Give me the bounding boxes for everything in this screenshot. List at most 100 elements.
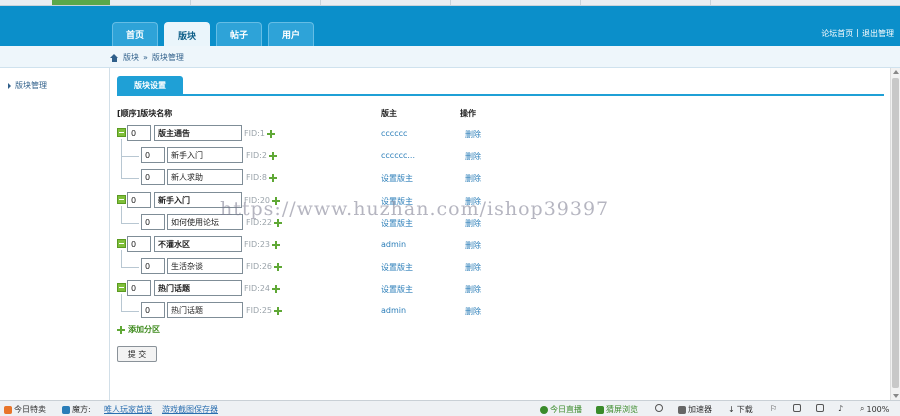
status-link-screenshot[interactable]: 游戏截图保存器 (162, 404, 218, 415)
add-sub-board-icon[interactable] (274, 306, 282, 315)
tree-connector (121, 250, 122, 268)
breadcrumb-item-boards[interactable]: 版块 (123, 52, 139, 63)
status-window[interactable] (816, 404, 824, 412)
tab-users[interactable]: 用户 (268, 22, 314, 46)
delete-link[interactable]: 删除 (465, 151, 481, 162)
moderator-link[interactable]: cccccc (381, 129, 407, 138)
board-name-input[interactable] (167, 302, 243, 318)
home-icon[interactable] (110, 53, 119, 62)
admin-header: 首页 版块 帖子 用户 论坛首页 | 退出管理 (0, 6, 900, 47)
scroll-thumb[interactable] (892, 78, 899, 388)
status-link-players[interactable]: 唯人玩家首选 (104, 404, 152, 415)
order-input[interactable] (127, 236, 151, 252)
moderator-link[interactable]: 设置版主 (381, 196, 413, 207)
delete-link[interactable]: 删除 (465, 218, 481, 229)
status-sidebar[interactable] (793, 404, 801, 412)
moderator-link[interactable]: admin (381, 240, 406, 249)
delete-link[interactable]: 删除 (465, 173, 481, 184)
board-name-input[interactable] (167, 147, 243, 163)
board-name-input[interactable] (154, 192, 242, 208)
tree-connector (121, 223, 139, 224)
status-download[interactable]: ↓ 下载 (728, 404, 753, 415)
header-links: 论坛首页 | 退出管理 (821, 28, 894, 39)
collapse-icon[interactable] (117, 195, 126, 204)
rocket-icon (678, 405, 686, 414)
delete-link[interactable]: 删除 (465, 262, 481, 273)
add-category-label: 添加分区 (128, 325, 160, 334)
order-input[interactable] (141, 169, 165, 185)
table-row: FID:23 admin 删除 (110, 236, 510, 254)
collapse-icon[interactable] (117, 239, 126, 248)
logout-link[interactable]: 退出管理 (862, 28, 894, 39)
delete-link[interactable]: 删除 (465, 240, 481, 251)
forum-home-link[interactable]: 论坛首页 (821, 28, 853, 39)
tree-connector (121, 311, 139, 312)
order-input[interactable] (127, 125, 151, 141)
board-name-input[interactable] (167, 258, 243, 274)
browser-statusbar: 今日特卖 魔方: 唯人玩家首选 游戏截图保存器 今日直播 猜屏浏览 加速器 ↓ … (0, 400, 900, 416)
collapse-icon[interactable] (117, 283, 126, 292)
order-input[interactable] (141, 302, 165, 318)
breadcrumb-item-current: 版块管理 (151, 53, 184, 62)
moderator-link[interactable]: 设置版主 (381, 173, 413, 184)
screen-icon (596, 405, 604, 414)
board-name-input[interactable] (167, 169, 243, 185)
sidebar-item-board-management[interactable]: 版块管理 (8, 80, 47, 91)
order-input[interactable] (141, 147, 165, 163)
add-sub-board-icon[interactable] (266, 129, 275, 138)
add-sub-board-icon[interactable] (274, 218, 282, 227)
panel-tab-board-settings[interactable]: 版块设置 (117, 76, 183, 95)
moderator-link[interactable]: admin (381, 306, 406, 315)
browser-active-tab[interactable] (52, 0, 110, 5)
order-input[interactable] (127, 280, 151, 296)
status-today-deals[interactable]: 今日特卖 (4, 404, 46, 415)
table-row: FID:24 设置版主 删除 (110, 280, 510, 298)
moderator-link[interactable]: 设置版主 (381, 262, 413, 273)
board-name-input[interactable] (154, 236, 242, 252)
status-zoom[interactable]: ⌕ 100% (860, 404, 889, 414)
status-live[interactable]: 今日直播 (540, 404, 582, 415)
submit-button[interactable]: 提 交 (117, 346, 157, 362)
board-name-input[interactable] (154, 280, 242, 296)
scroll-down-icon[interactable] (893, 394, 899, 398)
fid-label: FID:26 (246, 262, 282, 271)
add-category-link[interactable]: 添加分区 (117, 324, 160, 335)
add-sub-board-icon[interactable] (272, 284, 280, 293)
delete-link[interactable]: 删除 (465, 306, 481, 317)
status-flag[interactable]: ⚐ (770, 404, 777, 413)
add-sub-board-icon[interactable] (268, 173, 277, 182)
add-sub-board-icon[interactable] (272, 196, 280, 205)
order-input[interactable] (127, 192, 151, 208)
delete-link[interactable]: 删除 (465, 129, 481, 140)
add-sub-board-icon[interactable] (272, 240, 280, 249)
moderator-link[interactable]: cccccc... (381, 151, 415, 160)
table-row: FID:22 设置版主 删除 (110, 206, 510, 232)
moderator-link[interactable]: 设置版主 (381, 218, 413, 229)
moderator-link[interactable]: 设置版主 (381, 284, 413, 295)
scroll-up-icon[interactable] (893, 70, 899, 74)
gift-icon (4, 405, 12, 414)
order-input[interactable] (141, 258, 165, 274)
board-name-input[interactable] (154, 125, 242, 141)
tab-posts[interactable]: 帖子 (216, 22, 262, 46)
status-guess[interactable]: 猜屏浏览 (596, 404, 638, 415)
add-sub-board-icon[interactable] (274, 262, 282, 271)
tab-boards[interactable]: 版块 (164, 22, 210, 47)
main-nav: 首页 版块 帖子 用户 (112, 22, 314, 47)
delete-link[interactable]: 删除 (465, 284, 481, 295)
status-magic[interactable]: 魔方: (62, 404, 91, 415)
status-accelerator[interactable]: 加速器 (678, 404, 712, 415)
tree-connector (121, 155, 122, 179)
delete-link[interactable]: 删除 (465, 196, 481, 207)
status-volume[interactable]: ♪ (838, 404, 843, 413)
add-sub-board-icon[interactable] (268, 151, 277, 160)
window-icon (816, 404, 824, 412)
board-name-input[interactable] (167, 214, 243, 230)
order-input[interactable] (141, 214, 165, 230)
fid-label: FID:2 (246, 151, 277, 160)
breadcrumb-bar: 版块 » 版块管理 (0, 46, 900, 68)
vertical-scrollbar[interactable] (890, 68, 900, 400)
collapse-icon[interactable] (117, 128, 126, 137)
tab-home[interactable]: 首页 (112, 22, 158, 46)
status-refresh[interactable] (655, 404, 663, 412)
